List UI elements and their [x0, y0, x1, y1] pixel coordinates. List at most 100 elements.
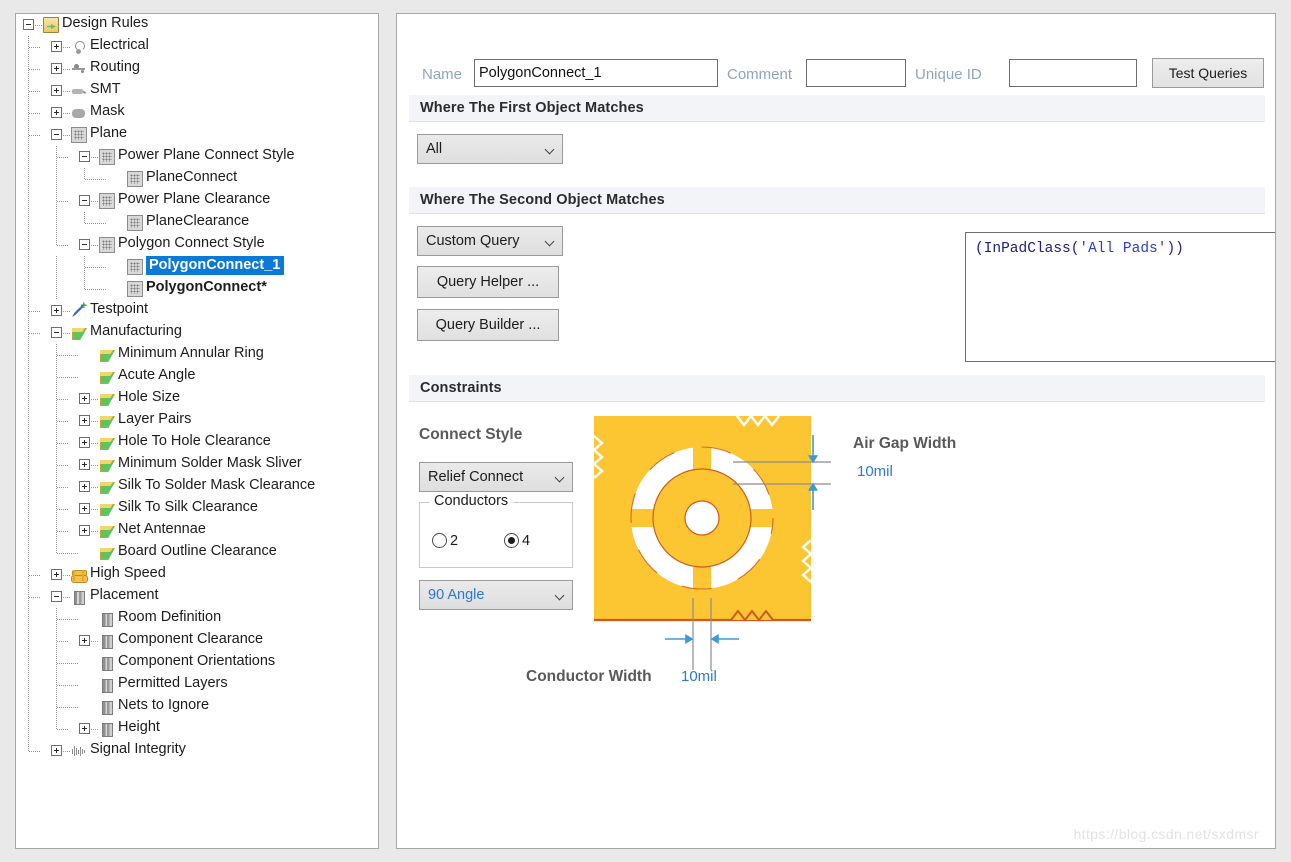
tree-item-power-plane-connect-style[interactable]: Power Plane Connect Style	[16, 146, 378, 168]
tree-item-power-plane-clearance[interactable]: Power Plane Clearance	[16, 190, 378, 212]
tree-item-minimum-annular-ring[interactable]: Minimum Annular Ring	[16, 344, 378, 366]
tree-item-component-clearance[interactable]: Component Clearance	[16, 630, 378, 652]
tree-item-height[interactable]: Height	[16, 718, 378, 740]
tree-expand-icon[interactable]	[51, 41, 62, 52]
name-input[interactable]	[474, 59, 718, 87]
conductors-radio-2[interactable]: 2	[432, 533, 458, 549]
second-object-scope-dropdown[interactable]: Custom Query	[417, 226, 563, 256]
tree-item-smt[interactable]: SMT	[16, 80, 378, 102]
manufacturing-icon	[99, 479, 115, 495]
radio-4-icon[interactable]	[504, 533, 519, 548]
angle-dropdown[interactable]: 90 Angle	[419, 580, 573, 610]
tree-expand-icon[interactable]	[79, 415, 90, 426]
tree-expand-icon[interactable]	[79, 525, 90, 536]
manufacturing-icon	[99, 391, 115, 407]
first-object-scope-dropdown[interactable]: All	[417, 134, 563, 164]
radio-2-icon[interactable]	[432, 533, 447, 548]
tree-item-layer-pairs[interactable]: Layer Pairs	[16, 410, 378, 432]
tree-item-routing[interactable]: Routing	[16, 58, 378, 80]
custom-query-textarea[interactable]: (InPadClass('All Pads'))	[965, 232, 1275, 362]
comment-input[interactable]	[806, 59, 906, 87]
tree-guide-line	[57, 509, 69, 510]
tree-guide-line	[57, 245, 69, 246]
tree-collapse-icon[interactable]	[51, 327, 62, 338]
tree-item-planeclearance[interactable]: PlaneClearance	[16, 212, 378, 234]
tree-collapse-icon[interactable]	[23, 19, 34, 30]
tree-expand-icon[interactable]	[79, 503, 90, 514]
tree-collapse-icon[interactable]	[79, 239, 90, 250]
tree-expand-icon[interactable]	[79, 437, 90, 448]
conductors-radio-4[interactable]: 4	[504, 533, 530, 549]
conductors-group: Conductors 2 4	[419, 493, 573, 568]
tree-expand-icon[interactable]	[79, 723, 90, 734]
tree-guide-line	[91, 729, 99, 730]
tree-item-polygon-connect-style[interactable]: Polygon Connect Style	[16, 234, 378, 256]
tree-guide-line	[91, 245, 99, 246]
tree-expand-icon[interactable]	[79, 459, 90, 470]
tree-expand-icon[interactable]	[51, 745, 62, 756]
tree-item-signal-integrity[interactable]: Signal Integrity	[16, 740, 378, 762]
tree-expand-icon[interactable]	[79, 481, 90, 492]
tree-item-minimum-solder-mask-sliver[interactable]: Minimum Solder Mask Sliver	[16, 454, 378, 476]
tree-item-testpoint[interactable]: Testpoint	[16, 300, 378, 322]
query-helper-button[interactable]: Query Helper ...	[417, 266, 559, 298]
tree-item-manufacturing[interactable]: Manufacturing	[16, 322, 378, 344]
tree-item-permitted-layers[interactable]: Permitted Layers	[16, 674, 378, 696]
tree-guide-line	[63, 69, 71, 70]
tree-item-room-definition[interactable]: Room Definition	[16, 608, 378, 630]
tree-item-placement[interactable]: Placement	[16, 586, 378, 608]
query-builder-button[interactable]: Query Builder ...	[417, 309, 559, 341]
tree-guide-line	[63, 311, 71, 312]
plane-icon	[127, 281, 143, 297]
connect-style-dropdown[interactable]: Relief Connect	[419, 462, 573, 492]
app-root: Design Rules Electrical Routing SMT Mask Plan…	[0, 0, 1291, 862]
tree-expand-icon[interactable]	[51, 63, 62, 74]
tree-item-polygonconnect-1[interactable]: PolygonConnect_1	[16, 256, 378, 278]
tree-collapse-icon[interactable]	[79, 151, 90, 162]
tree-item-hole-to-hole-clearance[interactable]: Hole To Hole Clearance	[16, 432, 378, 454]
conductor-width-label: Conductor Width	[526, 668, 652, 685]
tree-item-high-speed[interactable]: High Speed	[16, 564, 378, 586]
tree-item-label: Silk To Solder Mask Clearance	[118, 477, 316, 493]
tree-item-polygonconnect[interactable]: PolygonConnect*	[16, 278, 378, 300]
tree-item-silk-to-silk-clearance[interactable]: Silk To Silk Clearance	[16, 498, 378, 520]
tree-item-planeconnect[interactable]: PlaneConnect	[16, 168, 378, 190]
tree-expand-icon[interactable]	[51, 305, 62, 316]
tree-item-design-rules[interactable]: Design Rules	[16, 14, 378, 36]
tree-guide-line	[28, 696, 29, 718]
tree-expand-icon[interactable]	[51, 85, 62, 96]
placement-icon	[71, 589, 87, 605]
tree-expand-icon[interactable]	[79, 635, 90, 646]
tree-item-silk-to-solder-mask-clearance[interactable]: Silk To Solder Mask Clearance	[16, 476, 378, 498]
tree-item-board-outline-clearance[interactable]: Board Outline Clearance	[16, 542, 378, 564]
tree-item-hole-size[interactable]: Hole Size	[16, 388, 378, 410]
tree-expand-icon[interactable]	[51, 107, 62, 118]
tree-item-electrical[interactable]: Electrical	[16, 36, 378, 58]
tree-scroll-container[interactable]: Design Rules Electrical Routing SMT Mask Plan…	[16, 14, 378, 848]
tree-collapse-icon[interactable]	[51, 129, 62, 140]
chevron-down-icon	[554, 590, 565, 601]
tree-collapse-icon[interactable]	[79, 195, 90, 206]
tree-item-label: Minimum Solder Mask Sliver	[118, 455, 302, 471]
tree-item-nets-to-ignore[interactable]: Nets to Ignore	[16, 696, 378, 718]
tree-expand-icon[interactable]	[51, 569, 62, 580]
plane-icon	[99, 149, 115, 165]
tree-item-net-antennae[interactable]: Net Antennae	[16, 520, 378, 542]
tree-item-acute-angle[interactable]: Acute Angle	[16, 366, 378, 388]
tree-expand-icon[interactable]	[79, 393, 90, 404]
tree-guide-line	[56, 542, 57, 553]
tree-guide-line	[28, 476, 29, 498]
tree-item-mask[interactable]: Mask	[16, 102, 378, 124]
tree-guide-line	[63, 91, 71, 92]
test-queries-button[interactable]: Test Queries	[1152, 58, 1264, 88]
tree-item-component-orientations[interactable]: Component Orientations	[16, 652, 378, 674]
tree-guide-line	[29, 113, 41, 114]
tree-collapse-icon[interactable]	[51, 591, 62, 602]
tree-guide-line	[84, 168, 85, 179]
design-rules-tree-panel[interactable]: Design Rules Electrical Routing SMT Mask Plan…	[15, 13, 379, 849]
plane-icon	[127, 259, 143, 275]
unique-id-label: Unique ID	[915, 66, 982, 83]
tree-item-label: Routing	[90, 59, 140, 75]
unique-id-input[interactable]	[1009, 59, 1137, 87]
tree-item-plane[interactable]: Plane	[16, 124, 378, 146]
